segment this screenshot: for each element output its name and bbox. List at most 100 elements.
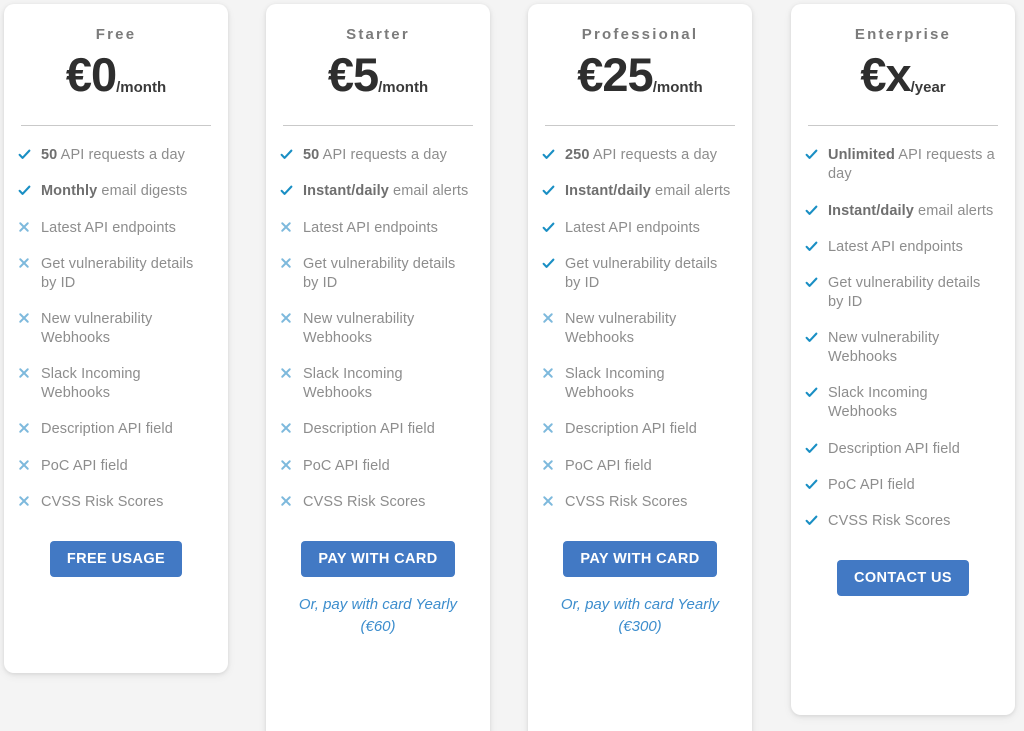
- cross-icon: [280, 495, 293, 512]
- check-icon: [542, 257, 555, 274]
- feature-label: Latest API endpoints: [565, 219, 701, 236]
- feature-row: New vulnerability Webhooks: [280, 310, 474, 348]
- feature-row: Instant/daily email alerts: [805, 202, 999, 221]
- feature-label: CVSS Risk Scores: [303, 493, 426, 510]
- cross-icon: [18, 495, 31, 512]
- yearly-payment-link[interactable]: Or, pay with card Yearly (€60): [280, 594, 476, 637]
- feature-row: PoC API field: [805, 476, 999, 495]
- feature-row: CVSS Risk Scores: [18, 493, 212, 512]
- plan-card-enterprise: Enterprise €x/year Unlimited API requests …: [791, 4, 1015, 715]
- feature-label: 50 API requests a day: [41, 146, 185, 165]
- feature-row: Description API field: [805, 440, 999, 459]
- cross-icon: [280, 312, 293, 329]
- feature-label: Slack Incoming Webhooks: [41, 366, 141, 402]
- plan-billing-period: /month: [652, 79, 703, 96]
- feature-row: New vulnerability Webhooks: [805, 329, 999, 367]
- plan-card-starter: Starter €5/month 50 API requests a day Inst…: [266, 4, 490, 731]
- feature-row: Get vulnerability details by ID: [805, 274, 999, 312]
- plan-name: Enterprise: [854, 26, 952, 43]
- check-icon: [280, 184, 293, 201]
- feature-list: 250 API requests a day Instant/daily emai…: [528, 126, 752, 512]
- feature-lead: 250: [565, 147, 590, 164]
- cross-icon: [280, 221, 293, 238]
- feature-row: Instant/daily email alerts: [542, 182, 736, 201]
- feature-label: Description API field: [41, 421, 173, 438]
- feature-lead: Unlimited: [828, 147, 895, 164]
- feature-lead: Instant/daily: [828, 202, 914, 219]
- plan-price: €x: [860, 48, 911, 101]
- feature-rest: email alerts: [650, 183, 731, 200]
- cross-icon: [542, 459, 555, 476]
- feature-row: Get vulnerability details by ID: [18, 255, 212, 293]
- feature-label: PoC API field: [41, 457, 128, 474]
- check-icon: [805, 478, 818, 495]
- check-icon: [280, 148, 293, 165]
- cross-icon: [18, 459, 31, 476]
- feature-label: Get vulnerability details by ID: [303, 255, 456, 291]
- cross-icon: [18, 367, 31, 384]
- cross-icon: [18, 221, 31, 238]
- feature-label: Unlimited API requests a day: [828, 146, 999, 184]
- feature-label: 50 API requests a day: [303, 146, 447, 165]
- feature-rest: email alerts: [388, 183, 469, 200]
- plan-name: Professional: [581, 26, 699, 43]
- check-icon: [805, 240, 818, 257]
- feature-lead: Monthly: [41, 183, 98, 200]
- feature-row: CVSS Risk Scores: [805, 512, 999, 531]
- feature-label: Latest API endpoints: [828, 238, 964, 255]
- check-icon: [805, 514, 818, 531]
- feature-rest: email alerts: [913, 202, 994, 219]
- feature-lead: Instant/daily: [565, 183, 651, 200]
- check-icon: [805, 204, 818, 221]
- cross-icon: [542, 367, 555, 384]
- plan-name: Free: [95, 26, 137, 43]
- cross-icon: [280, 257, 293, 274]
- feature-label: Slack Incoming Webhooks: [303, 366, 403, 402]
- plan-price-row: €5/month: [282, 50, 474, 103]
- cross-icon: [542, 495, 555, 512]
- cross-icon: [18, 257, 31, 274]
- feature-label: PoC API field: [828, 476, 915, 493]
- feature-row: New vulnerability Webhooks: [18, 310, 212, 348]
- yearly-payment-link[interactable]: Or, pay with card Yearly (€300): [542, 594, 738, 637]
- feature-row: 50 API requests a day: [280, 146, 474, 165]
- feature-label: Slack Incoming Webhooks: [565, 366, 665, 402]
- feature-row: Slack Incoming Webhooks: [18, 365, 212, 403]
- plan-price: €5: [327, 48, 379, 101]
- feature-row: Description API field: [280, 420, 474, 439]
- plan-price: €0: [65, 48, 117, 101]
- feature-row: Get vulnerability details by ID: [542, 255, 736, 293]
- feature-row: Slack Incoming Webhooks: [280, 365, 474, 403]
- feature-row: Latest API endpoints: [18, 219, 212, 238]
- cta-button-enterprise[interactable]: CONTACT US: [837, 559, 969, 597]
- check-icon: [542, 221, 555, 238]
- check-icon: [805, 148, 818, 165]
- feature-row: CVSS Risk Scores: [280, 493, 474, 512]
- feature-label: CVSS Risk Scores: [828, 512, 951, 529]
- feature-list: 50 API requests a day Monthly email diges…: [4, 126, 228, 512]
- feature-row: Latest API endpoints: [542, 219, 736, 238]
- plan-price-row: €0/month: [20, 50, 212, 103]
- feature-row: 50 API requests a day: [18, 146, 212, 165]
- feature-row: Instant/daily email alerts: [280, 182, 474, 201]
- feature-label: PoC API field: [303, 457, 390, 474]
- plan-card-professional: Professional €25/month 250 API requests a …: [528, 4, 752, 731]
- feature-rest: API requests a day: [589, 147, 718, 164]
- cta-button-free[interactable]: FREE USAGE: [49, 540, 183, 578]
- plan-price: €25: [577, 48, 653, 101]
- feature-label: Get vulnerability details by ID: [565, 255, 718, 291]
- feature-rest: API requests a day: [319, 147, 447, 164]
- cta-container: FREE USAGE: [4, 529, 228, 578]
- cta-button-starter[interactable]: PAY WITH CARD: [301, 540, 455, 578]
- feature-row: Latest API endpoints: [280, 219, 474, 238]
- cta-button-professional[interactable]: PAY WITH CARD: [563, 540, 717, 578]
- plan-name: Starter: [346, 26, 410, 43]
- feature-label: PoC API field: [565, 457, 652, 474]
- cross-icon: [18, 312, 31, 329]
- feature-label: Instant/daily email alerts: [303, 182, 468, 201]
- check-icon: [542, 184, 555, 201]
- feature-label: Get vulnerability details by ID: [828, 274, 981, 310]
- feature-label: Slack Incoming Webhooks: [828, 385, 928, 421]
- feature-label: New vulnerability Webhooks: [828, 330, 940, 366]
- feature-row: PoC API field: [280, 457, 474, 476]
